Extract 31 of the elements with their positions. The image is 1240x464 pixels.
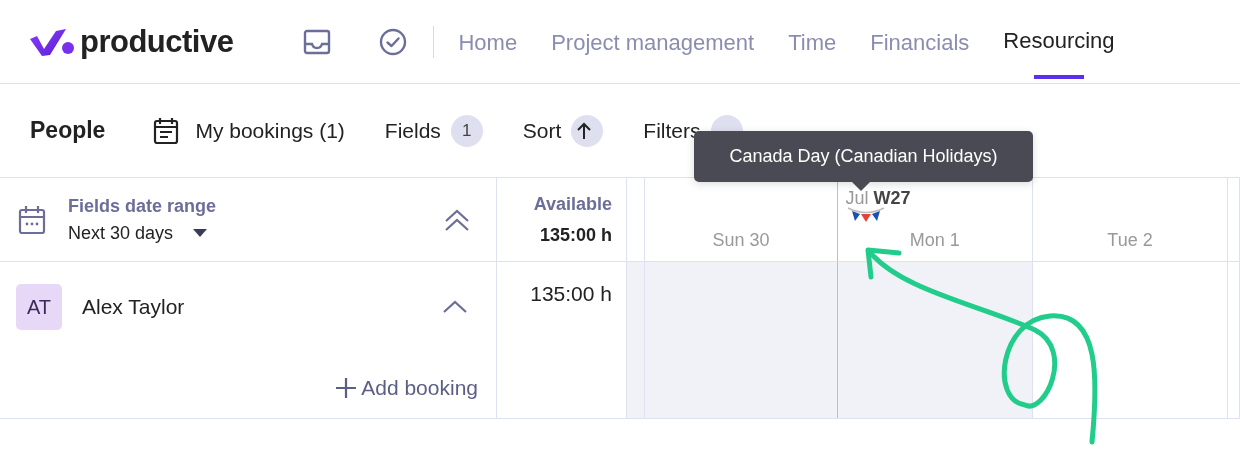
date-range-dropdown[interactable]: Next 30 days	[68, 222, 422, 244]
fields-button[interactable]: Fields 1	[384, 114, 483, 147]
page-title: People	[30, 117, 106, 144]
count-badge: 1	[450, 114, 483, 147]
available-label: Available	[533, 193, 612, 215]
add-booking-button[interactable]: Add booking	[335, 376, 478, 400]
available-hours: 135:00 h	[530, 282, 612, 307]
avatar: AT	[16, 284, 62, 330]
available-total: 135:00 h	[539, 224, 612, 246]
day-cell[interactable]	[645, 262, 838, 418]
collapse-all-icon[interactable]	[444, 207, 470, 232]
day-label: Sun 30	[712, 230, 770, 251]
my-bookings-button[interactable]: My bookings (1)	[153, 116, 345, 145]
tooltip-text: Canada Day (Canadian Holidays)	[729, 146, 998, 167]
caret-icon	[193, 229, 208, 237]
calendar-icon	[153, 116, 180, 145]
day-cell[interactable]	[836, 262, 1033, 418]
day-cell[interactable]	[627, 262, 645, 418]
person-name: Alex Taylor	[82, 295, 186, 319]
day-label: Mon 1	[909, 230, 960, 251]
sort-button[interactable]: Sort	[522, 114, 604, 147]
calendar-icon	[18, 204, 46, 235]
day-label: Tue 2	[1107, 230, 1153, 251]
sort-ascending-icon	[571, 114, 604, 147]
plus-icon	[335, 377, 358, 399]
chevron-up-icon[interactable]	[442, 300, 468, 314]
inbox-icon[interactable]	[303, 28, 332, 55]
check-circle-icon[interactable]	[379, 27, 408, 56]
week-label: Jul W27	[845, 188, 911, 209]
logo-text[interactable]: productive	[80, 23, 234, 60]
date-range-label: Fields date range	[68, 195, 218, 217]
